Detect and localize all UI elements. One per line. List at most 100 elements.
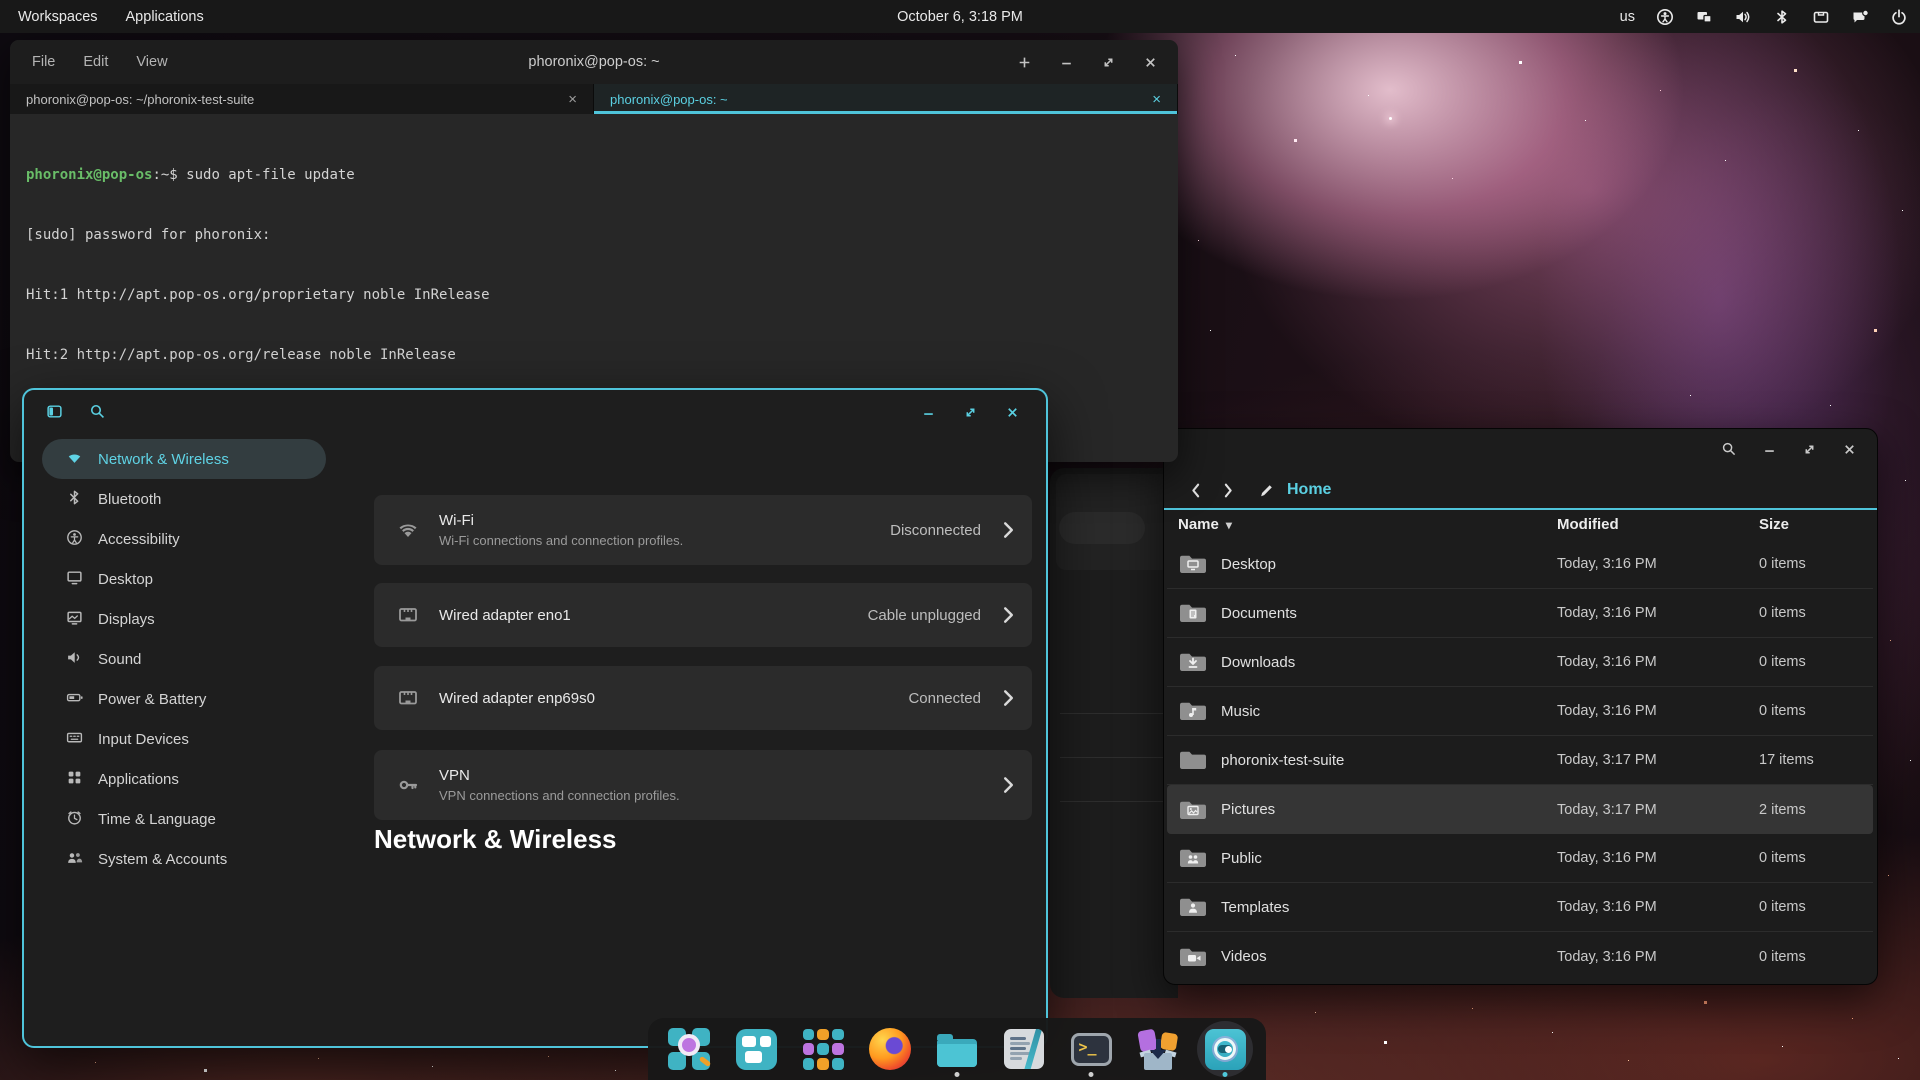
sidebar-item-power-battery[interactable]: Power & Battery	[42, 679, 326, 719]
running-indicator	[955, 1072, 960, 1077]
close-button[interactable]	[1842, 442, 1857, 457]
file-row[interactable]: Music Today, 3:16 PM 0 items	[1167, 687, 1873, 736]
applications-menu[interactable]: Applications	[126, 9, 204, 25]
search-icon[interactable]	[1721, 441, 1737, 457]
toggle-sidebar-icon[interactable]	[46, 403, 63, 425]
running-indicator	[1089, 1072, 1094, 1077]
terminal-tab-1[interactable]: phoronix@pop-os: ~/phoronix-test-suite ×	[10, 84, 594, 114]
edit-path-icon[interactable]	[1258, 482, 1275, 499]
sidebar-item-desktop[interactable]: Desktop	[42, 559, 326, 599]
dock-item-applications[interactable]	[799, 1025, 847, 1073]
dock-item-text-editor[interactable]	[1000, 1025, 1048, 1073]
tab-close-icon[interactable]: ×	[568, 91, 577, 108]
workspaces-menu[interactable]: Workspaces	[18, 9, 98, 25]
sidebar-item-sound[interactable]: Sound	[42, 639, 326, 679]
key-icon	[396, 773, 422, 797]
close-button[interactable]	[1005, 405, 1020, 420]
back-button[interactable]	[1180, 482, 1212, 499]
keyboard-layout-indicator[interactable]: us	[1620, 9, 1635, 25]
file-row[interactable]: Documents Today, 3:16 PM 0 items	[1167, 589, 1873, 638]
file-row[interactable]: Videos Today, 3:16 PM 0 items	[1167, 932, 1873, 981]
file-name: Public	[1221, 850, 1262, 867]
file-row-selected[interactable]: Pictures Today, 3:17 PM 2 items	[1167, 785, 1873, 834]
maximize-button[interactable]	[963, 405, 978, 420]
maximize-button[interactable]	[1802, 442, 1817, 457]
files-navbar: Home	[1164, 471, 1877, 509]
sidebar-item-accessibility[interactable]: Accessibility	[42, 519, 326, 559]
dock-item-firefox[interactable]	[866, 1025, 914, 1073]
bluetooth-icon[interactable]	[1773, 8, 1791, 26]
files-list: Desktop Today, 3:16 PM 0 items Documents…	[1167, 540, 1873, 981]
file-modified: Today, 3:16 PM	[1557, 850, 1657, 866]
vpn-row[interactable]: VPN VPN connections and connection profi…	[374, 750, 1032, 820]
files-titlebar[interactable]	[1164, 429, 1877, 469]
minimize-button[interactable]	[921, 405, 936, 420]
file-modified: Today, 3:16 PM	[1557, 605, 1657, 621]
file-row[interactable]: Public Today, 3:16 PM 0 items	[1167, 834, 1873, 883]
power-icon[interactable]	[1890, 8, 1908, 26]
file-row[interactable]: Templates Today, 3:16 PM 0 items	[1167, 883, 1873, 932]
file-modified: Today, 3:17 PM	[1557, 752, 1657, 768]
volume-icon[interactable]	[1734, 8, 1752, 26]
file-row[interactable]: phoronix-test-suite Today, 3:17 PM 17 it…	[1167, 736, 1873, 785]
minimize-button[interactable]	[1059, 55, 1074, 70]
sidebar-label: Displays	[98, 611, 155, 628]
maximize-button[interactable]	[1101, 55, 1116, 70]
background-window[interactable]	[1050, 468, 1178, 998]
dock-item-workspaces[interactable]	[732, 1025, 780, 1073]
folder-icon	[1179, 847, 1207, 869]
tab-close-icon[interactable]: ×	[1152, 91, 1161, 108]
sidebar-label: Bluetooth	[98, 491, 161, 508]
file-name: phoronix-test-suite	[1221, 752, 1344, 769]
column-header-size[interactable]: Size	[1759, 516, 1789, 533]
breadcrumb-location[interactable]: Home	[1287, 481, 1331, 499]
column-header-modified[interactable]: Modified	[1557, 516, 1619, 533]
file-row[interactable]: Desktop Today, 3:16 PM 0 items	[1167, 540, 1873, 589]
folder-icon	[1179, 799, 1207, 821]
terminal-titlebar[interactable]: File Edit View phoronix@pop-os: ~	[10, 40, 1178, 84]
sidebar-item-time-language[interactable]: Time & Language	[42, 799, 326, 839]
dock-item-store[interactable]	[1134, 1025, 1182, 1073]
forward-button[interactable]	[1212, 482, 1244, 499]
dock-item-terminal[interactable]: >_	[1067, 1025, 1115, 1073]
column-header-name[interactable]: Name▾	[1178, 516, 1232, 533]
battery-icon	[66, 689, 83, 710]
sidebar-item-displays[interactable]: Displays	[42, 599, 326, 639]
close-button[interactable]	[1143, 55, 1158, 70]
file-size: 0 items	[1759, 850, 1806, 866]
wired-adapter-enp69s0-row[interactable]: Wired adapter enp69s0 Connected	[374, 666, 1032, 730]
folder-icon	[1179, 602, 1207, 624]
network-icon[interactable]	[1812, 8, 1830, 26]
tiling-windows-icon[interactable]	[1695, 8, 1713, 26]
settings-titlebar[interactable]	[24, 390, 1046, 436]
dock-item-launcher[interactable]	[665, 1025, 713, 1073]
background-window-item	[1059, 512, 1145, 544]
sidebar-item-network-wireless[interactable]: Network & Wireless	[42, 439, 326, 479]
file-name: Pictures	[1221, 801, 1275, 818]
sidebar-label: Power & Battery	[98, 691, 206, 708]
sidebar-item-applications[interactable]: Applications	[42, 759, 326, 799]
row-status: Disconnected	[890, 522, 981, 539]
row-title: VPN	[439, 767, 981, 784]
dock-item-files[interactable]	[933, 1025, 981, 1073]
terminal-tab-2[interactable]: phoronix@pop-os: ~ ×	[594, 84, 1178, 114]
wifi-row[interactable]: Wi-Fi Wi-Fi connections and connection p…	[374, 495, 1032, 565]
sidebar-item-system-accounts[interactable]: System & Accounts	[42, 839, 326, 879]
file-name: Desktop	[1221, 556, 1276, 573]
notifications-icon[interactable]	[1851, 8, 1869, 26]
keyboard-icon	[66, 729, 83, 750]
desktop: Workspaces Applications October 6, 3:18 …	[0, 0, 1920, 1080]
accessibility-icon[interactable]	[1656, 8, 1674, 26]
file-size: 0 items	[1759, 556, 1806, 572]
users-icon	[66, 849, 83, 870]
dock-item-settings[interactable]	[1201, 1025, 1249, 1073]
chevron-right-icon	[1003, 689, 1014, 707]
file-row[interactable]: Downloads Today, 3:16 PM 0 items	[1167, 638, 1873, 687]
sidebar-item-bluetooth[interactable]: Bluetooth	[42, 479, 326, 519]
search-icon[interactable]	[89, 403, 106, 425]
new-tab-button[interactable]	[1017, 55, 1032, 70]
sidebar-item-input-devices[interactable]: Input Devices	[42, 719, 326, 759]
minimize-button[interactable]	[1762, 442, 1777, 457]
wired-adapter-eno1-row[interactable]: Wired adapter eno1 Cable unplugged	[374, 583, 1032, 647]
file-size: 0 items	[1759, 654, 1806, 670]
